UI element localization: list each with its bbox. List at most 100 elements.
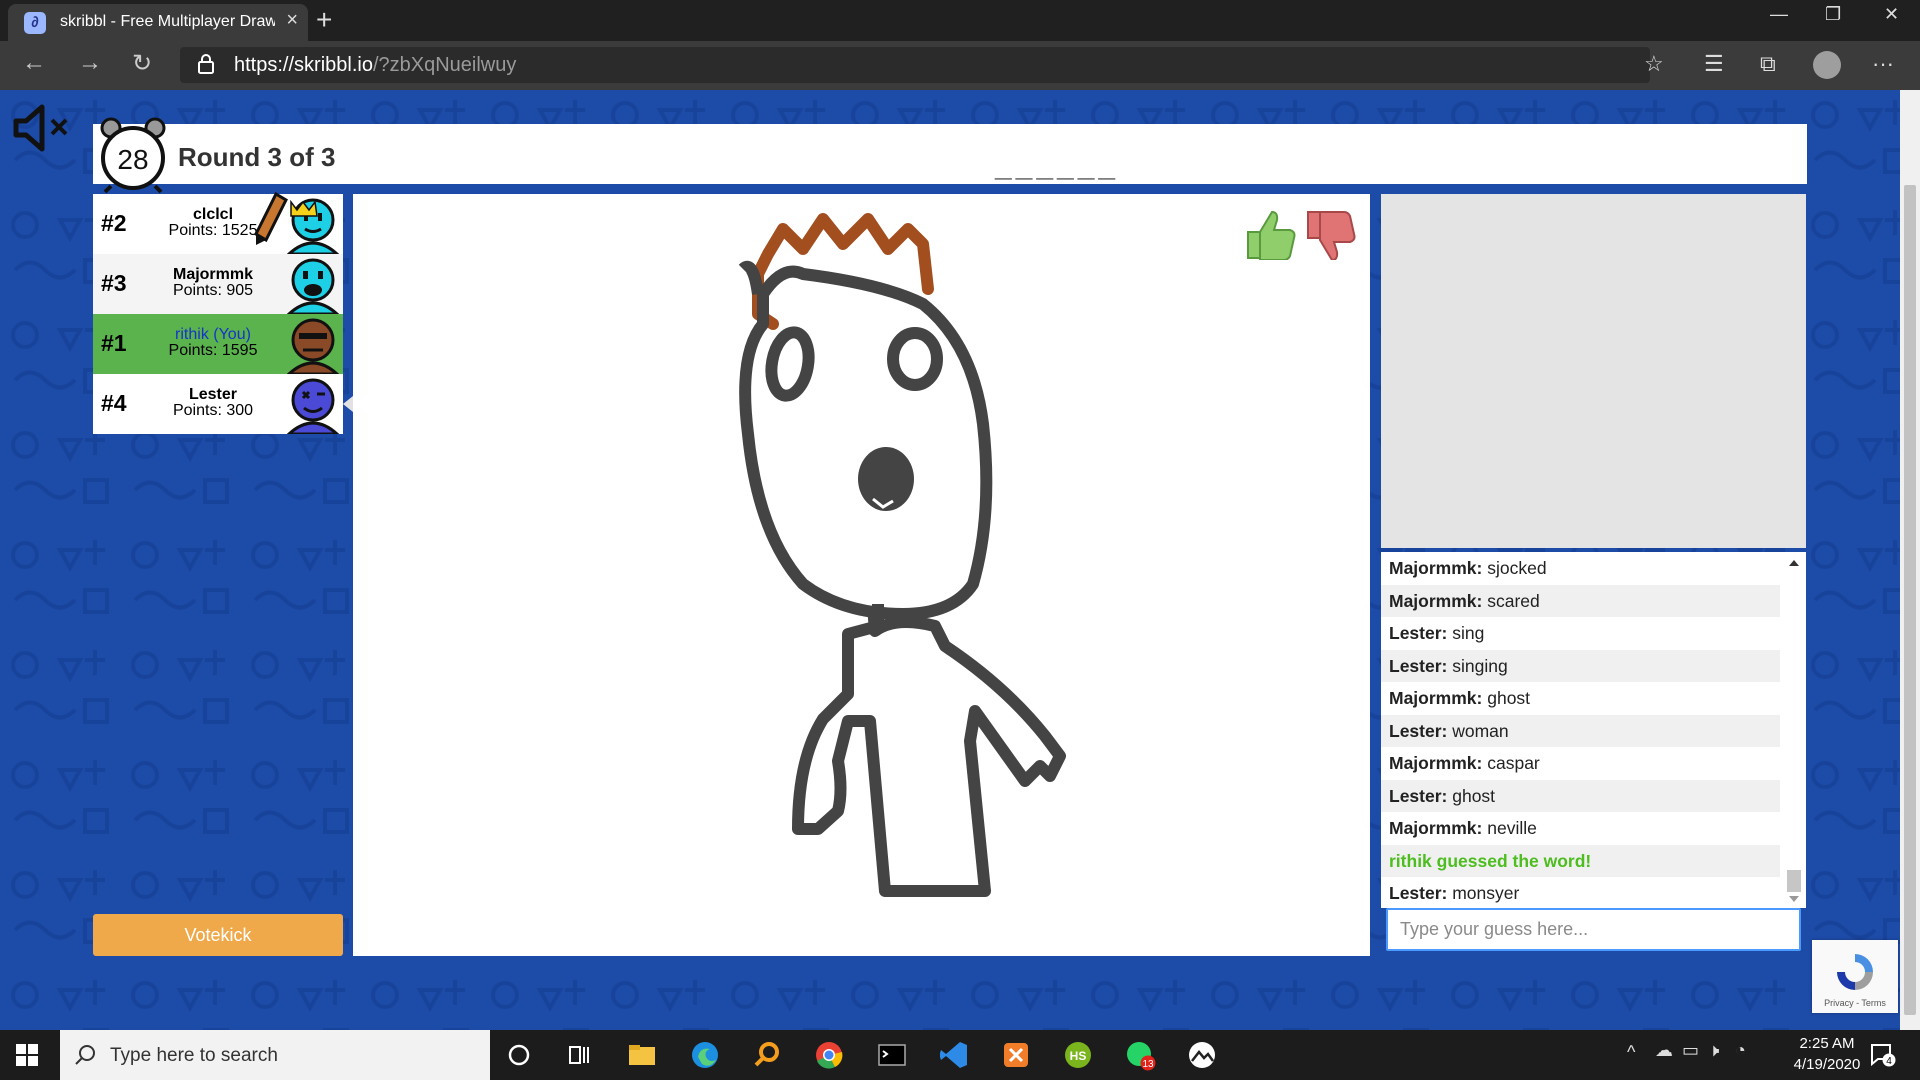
search-icon [75,1045,95,1065]
chat-scrollbar[interactable] [1782,552,1806,908]
taskbar-time[interactable]: 2:25 AM [1782,1035,1872,1052]
ad-placeholder [1381,194,1806,548]
photos-app-icon[interactable] [1186,1039,1218,1071]
player-rank: #1 [101,330,127,356]
player-row[interactable]: #4 Lester Points: 300 [93,374,343,434]
chat-message: Lester: singing [1381,649,1780,682]
player-rank: #2 [101,210,127,236]
player-row[interactable]: #2 clclcl Points: 1525 [93,194,343,254]
chat-message: Lester: monsyer [1389,883,1520,903]
chat-system-message: rithik guessed the word! [1381,844,1780,877]
search-app-icon[interactable] [751,1039,783,1071]
refresh-icon[interactable]: ↻ [132,49,152,78]
chat-message: Lester: sing [1389,623,1485,643]
thumbs-down-icon[interactable] [1304,208,1358,260]
hs-app-icon[interactable]: HS [1062,1039,1094,1071]
close-tab-icon[interactable]: × [286,9,298,32]
skribbl-favicon-icon: ∂ [24,12,46,34]
app-orange-icon[interactable] [1000,1039,1032,1071]
chat-message: Majormmk: scared [1381,584,1780,617]
player-points: Points: 1595 [168,342,258,359]
browser-tab[interactable]: ∂ skribbl - Free Multiplayer Drawing & G… [8,4,308,41]
drawing-canvas[interactable] [353,194,1370,956]
alarm-clock-icon: 28 [100,117,166,194]
restore-icon[interactable]: ❐ [1825,4,1841,25]
recaptcha-terms-link[interactable]: Privacy - Terms [1812,998,1898,1008]
player-avatar [286,318,340,374]
windows-start-icon[interactable] [16,1044,38,1066]
svg-text:HS: HS [1070,1049,1087,1063]
browser-titlebar: ∂ skribbl - Free Multiplayer Drawing & G… [0,0,1920,41]
drawing-pencil-icon [254,191,288,245]
player-avatar [286,378,340,434]
notification-count: 4 [1886,1056,1892,1067]
cortana-icon[interactable] [503,1039,535,1071]
url-field[interactable]: https://skribbl.io/?zbXqNueilwuy [180,47,1650,83]
volume-muted-icon[interactable]: 🕨 [1708,1040,1719,1061]
player-avatar [286,258,340,314]
player-list: #2 clclcl Points: 1525 #3 Majormmk Point… [93,194,343,434]
page-scrollbar[interactable] [1900,90,1920,1030]
chat-scroll-up-icon[interactable] [1789,560,1799,566]
close-window-icon[interactable]: ✕ [1884,4,1899,25]
new-tab-icon[interactable]: + [316,4,332,36]
chat-message: Lester: woman [1381,714,1780,747]
chat-message: Majormmk: caspar [1389,753,1540,773]
player-row[interactable]: #3 Majormmk Points: 905 [93,254,343,314]
profile-avatar[interactable] [1813,51,1841,79]
chat-message: Majormmk: ghost [1389,688,1531,708]
player-row-you[interactable]: #1 rithik (You) Points: 1595 [93,314,343,374]
whatsapp-badge: 13 [1142,1059,1154,1070]
address-toolbar: ← → ↻ https://skribbl.io/?zbXqNueilwuy ☆… [0,41,1920,90]
notification-center-icon[interactable]: 4 [1870,1043,1896,1067]
chat-log: Majormmk: sjocked Majormmk: scared Leste… [1381,552,1806,908]
back-icon[interactable]: ← [22,49,46,77]
search-placeholder: Type here to search [110,1045,278,1066]
whatsapp-icon[interactable]: 13 [1124,1039,1156,1071]
recaptcha-icon [1837,954,1873,990]
vscode-icon[interactable] [938,1039,970,1071]
favorite-star-icon[interactable]: ☆ [1644,51,1664,77]
chat-message: Lester: ghost [1381,779,1780,812]
file-explorer-icon[interactable] [626,1039,658,1071]
page-scrollbar-thumb[interactable] [1904,185,1916,1015]
round-indicator: Round 3 of 3 [178,142,336,172]
windows-taskbar: Type here to search HS 13 ^ ☁ ▭ 🕨 ◔ 2:25… [0,1030,1920,1080]
collections-icon[interactable]: ⧉ [1760,51,1776,77]
battery-icon[interactable]: ▭ [1682,1040,1699,1061]
votekick-button[interactable]: Votekick [93,914,343,956]
player-avatar [286,198,340,254]
favorites-list-icon[interactable]: ☰ [1704,51,1724,77]
minimize-icon[interactable]: — [1770,4,1788,25]
chat-scrollbar-thumb[interactable] [1787,870,1801,892]
more-menu-icon[interactable]: ··· [1872,51,1894,77]
chat-message: Majormmk: sjocked [1389,558,1547,578]
tab-title: skribbl - Free Multiplayer Drawing & Gue… [60,13,275,30]
task-view-icon[interactable] [563,1039,595,1071]
chat-scroll-down-icon[interactable] [1789,896,1799,902]
crown-icon [290,199,318,217]
taskbar-search[interactable]: Type here to search [60,1030,490,1080]
player-points: Points: 300 [172,402,254,419]
player-rank: #3 [101,270,127,296]
onedrive-icon[interactable]: ☁ [1655,1040,1673,1061]
terminal-icon[interactable] [876,1039,908,1071]
wifi-icon[interactable]: ◔ [1735,1040,1746,1061]
guess-input[interactable] [1386,908,1801,951]
player-points: Points: 905 [172,282,254,299]
edge-browser-icon[interactable] [689,1039,721,1071]
recaptcha-badge[interactable]: Privacy - Terms [1812,940,1898,1013]
word-hint: ______ [995,150,1120,183]
thumbs-up-icon[interactable] [1244,208,1298,260]
game-header [93,124,1807,184]
forward-icon[interactable]: → [78,49,102,77]
drawing [738,213,1066,897]
url-text: https://skribbl.io/?zbXqNueilwuy [234,54,517,76]
timer-value: 28 [117,144,148,175]
show-hidden-icons-icon[interactable]: ^ [1627,1042,1635,1063]
sound-muted-icon[interactable] [12,102,72,154]
player-rank: #4 [101,390,127,416]
chrome-icon[interactable] [813,1039,845,1071]
lock-icon [198,54,214,74]
taskbar-date[interactable]: 4/19/2020 [1782,1056,1872,1073]
